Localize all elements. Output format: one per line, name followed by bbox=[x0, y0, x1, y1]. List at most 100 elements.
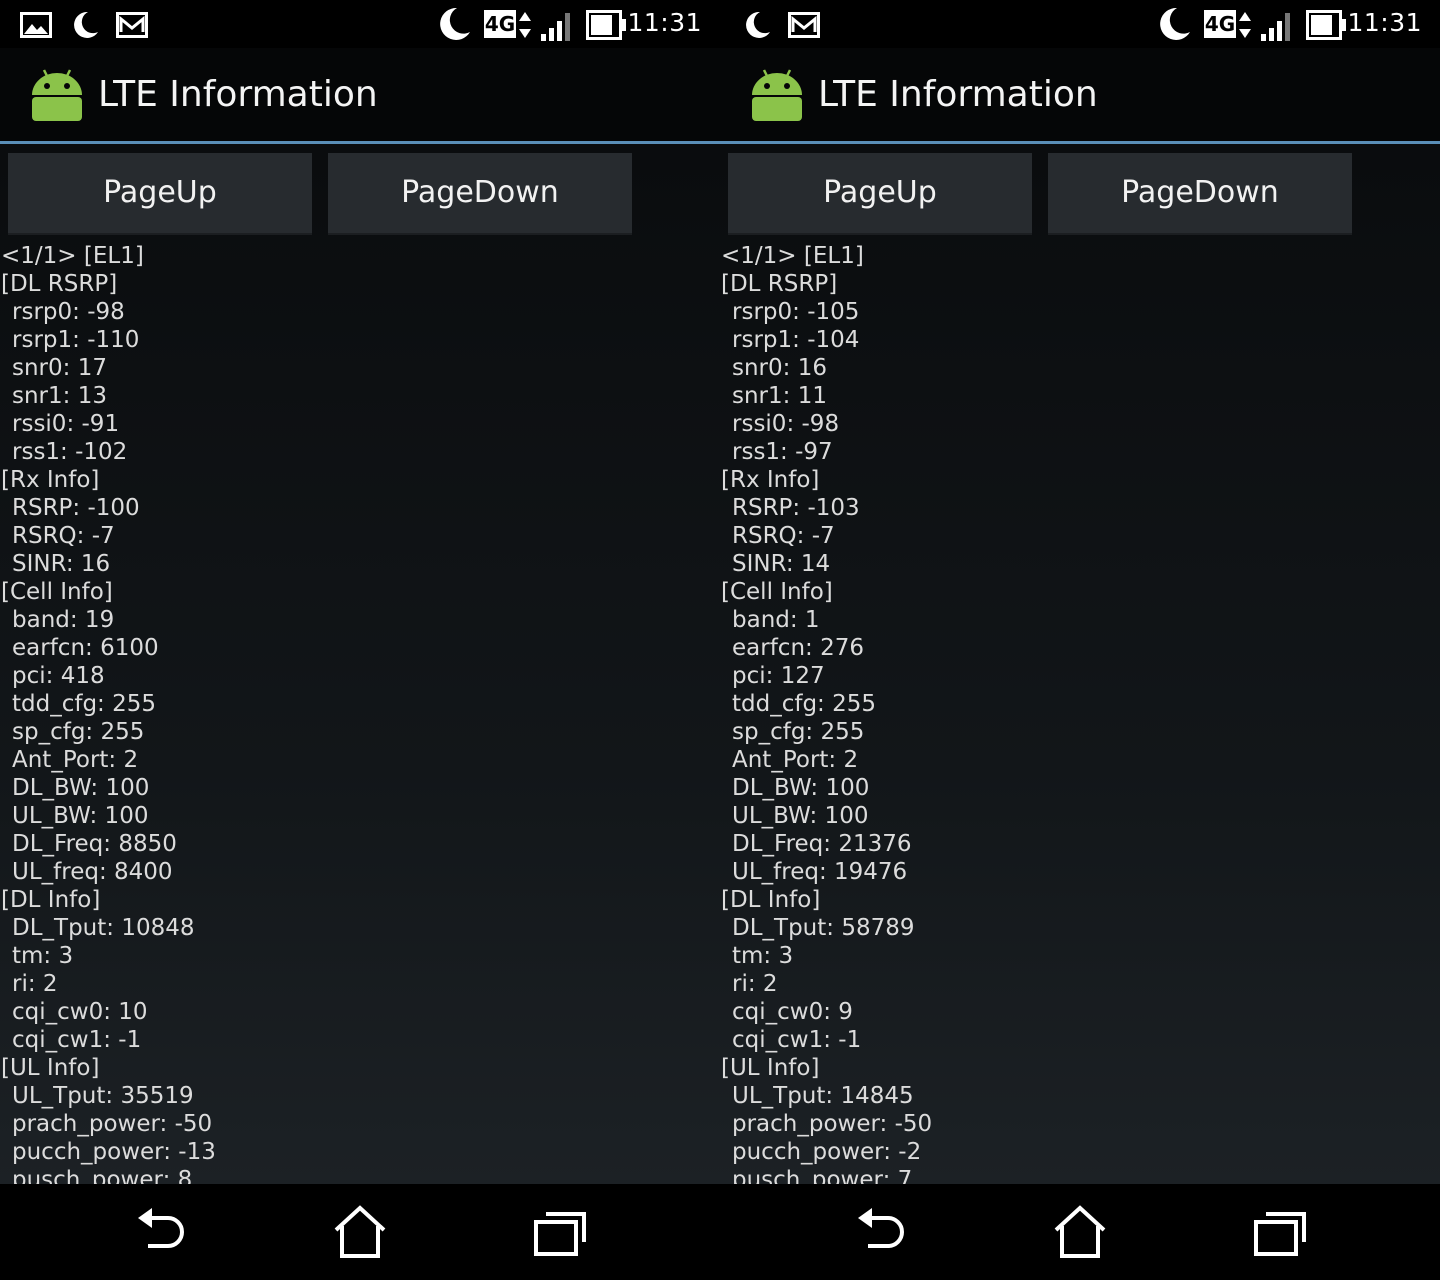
list-item: cqi_cw0: 9 bbox=[732, 999, 853, 1025]
content-area[interactable]: PageUp PageDown <1/1> [EL1] [DL RSRP] rs… bbox=[0, 144, 720, 1184]
list-item: rssi0: -98 bbox=[732, 411, 840, 437]
list-item: cqi_cw1: -1 bbox=[732, 1027, 862, 1053]
navigation-bar bbox=[0, 1184, 720, 1280]
section-header: [UL Info] bbox=[721, 1055, 820, 1081]
android-app-icon bbox=[32, 69, 82, 121]
moon-icon bbox=[746, 11, 770, 38]
section-header: [DL RSRP] bbox=[1, 271, 118, 297]
list-item: rss1: -97 bbox=[732, 439, 833, 465]
list-item: sp_cfg: 255 bbox=[732, 719, 865, 745]
screen-right: 4G 11:31 LTE Information PageUp PageDown… bbox=[720, 0, 1440, 1280]
recent-apps-icon[interactable] bbox=[530, 1204, 590, 1260]
list-item: pci: 127 bbox=[732, 663, 825, 689]
list-item: SINR: 16 bbox=[12, 551, 111, 577]
list-item: DL_Freq: 8850 bbox=[12, 831, 177, 857]
list-item: band: 19 bbox=[12, 607, 115, 633]
list-item: rss1: -102 bbox=[12, 439, 128, 465]
list-item: pucch_power: -2 bbox=[732, 1139, 922, 1165]
list-item: ri: 2 bbox=[732, 971, 778, 997]
list-item: RSRP: -100 bbox=[12, 495, 140, 521]
mail-icon bbox=[116, 12, 148, 38]
list-item: snr1: 11 bbox=[732, 383, 827, 409]
battery-icon bbox=[1306, 10, 1346, 40]
list-item: UL_freq: 19476 bbox=[732, 859, 908, 885]
lte-info-list: <1/1> [EL1] [DL RSRP] rsrp0: -98 rsrp1: … bbox=[0, 242, 216, 1184]
network-type-badge: 4G bbox=[484, 10, 516, 38]
list-item: earfcn: 6100 bbox=[12, 635, 159, 661]
content-area[interactable]: PageUp PageDown <1/1> [EL1] [DL RSRP] rs… bbox=[720, 144, 1440, 1184]
list-item: pusch_power: 8 bbox=[12, 1167, 193, 1184]
list-item: DL_Tput: 10848 bbox=[12, 915, 195, 941]
data-activity-icon bbox=[1239, 12, 1251, 38]
list-item: DL_Freq: 21376 bbox=[732, 831, 912, 857]
page-title: LTE Information bbox=[98, 74, 378, 115]
list-item: snr0: 17 bbox=[12, 355, 107, 381]
list-item: <1/1> [EL1] bbox=[1, 243, 144, 269]
list-item: RSRQ: -7 bbox=[732, 523, 835, 549]
list-item: prach_power: -50 bbox=[12, 1111, 213, 1137]
network-type-badge: 4G bbox=[1204, 10, 1236, 38]
screen-left: 4G 11:31 LTE Information PageUp PageDown… bbox=[0, 0, 720, 1280]
page-title: LTE Information bbox=[818, 74, 1098, 115]
clock: 11:31 bbox=[1347, 8, 1422, 37]
list-item: rsrp0: -98 bbox=[12, 299, 125, 325]
list-item: rsrp0: -105 bbox=[732, 299, 860, 325]
list-item: UL_Tput: 14845 bbox=[732, 1083, 914, 1109]
list-item: cqi_cw0: 10 bbox=[12, 999, 148, 1025]
list-item: snr1: 13 bbox=[12, 383, 107, 409]
list-item: UL_BW: 100 bbox=[732, 803, 869, 829]
gallery-icon bbox=[20, 12, 52, 38]
section-header: [Cell Info] bbox=[1, 579, 113, 605]
android-app-icon bbox=[752, 69, 802, 121]
home-icon[interactable] bbox=[330, 1204, 390, 1260]
data-activity-icon bbox=[519, 12, 531, 38]
list-item: UL_Tput: 35519 bbox=[12, 1083, 194, 1109]
home-icon[interactable] bbox=[1050, 1204, 1110, 1260]
page-down-button[interactable]: PageDown bbox=[1048, 153, 1352, 235]
back-icon[interactable] bbox=[130, 1204, 190, 1260]
section-header: [DL Info] bbox=[721, 887, 821, 913]
list-item: rssi0: -91 bbox=[12, 411, 120, 437]
section-header: [UL Info] bbox=[1, 1055, 100, 1081]
section-header: [DL Info] bbox=[1, 887, 101, 913]
moon-icon bbox=[74, 11, 98, 38]
back-icon[interactable] bbox=[850, 1204, 910, 1260]
list-item: pusch_power: 7 bbox=[732, 1167, 913, 1184]
status-bar: 4G 11:31 bbox=[720, 0, 1440, 48]
battery-icon bbox=[586, 10, 626, 40]
list-item: tdd_cfg: 255 bbox=[732, 691, 877, 717]
page-up-button[interactable]: PageUp bbox=[728, 153, 1032, 235]
list-item: RSRP: -103 bbox=[732, 495, 860, 521]
list-item: tm: 3 bbox=[732, 943, 794, 969]
mail-icon bbox=[788, 12, 820, 38]
section-header: [Cell Info] bbox=[721, 579, 833, 605]
list-item: DL_BW: 100 bbox=[12, 775, 150, 801]
list-item: sp_cfg: 255 bbox=[12, 719, 145, 745]
section-header: [Rx Info] bbox=[721, 467, 820, 493]
list-item: tdd_cfg: 255 bbox=[12, 691, 157, 717]
list-item: snr0: 16 bbox=[732, 355, 827, 381]
signal-strength-icon bbox=[541, 13, 570, 41]
signal-strength-icon bbox=[1261, 13, 1290, 41]
moon-icon bbox=[440, 7, 470, 40]
list-item: UL_BW: 100 bbox=[12, 803, 149, 829]
section-header: [Rx Info] bbox=[1, 467, 100, 493]
list-item: UL_freq: 8400 bbox=[12, 859, 173, 885]
list-item: rsrp1: -104 bbox=[732, 327, 860, 353]
page-down-button[interactable]: PageDown bbox=[328, 153, 632, 235]
action-bar: LTE Information bbox=[720, 48, 1440, 144]
list-item: Ant_Port: 2 bbox=[732, 747, 859, 773]
list-item: RSRQ: -7 bbox=[12, 523, 115, 549]
moon-icon bbox=[1160, 7, 1190, 40]
list-item: prach_power: -50 bbox=[732, 1111, 933, 1137]
navigation-bar bbox=[720, 1184, 1440, 1280]
list-item: rsrp1: -110 bbox=[12, 327, 140, 353]
list-item: cqi_cw1: -1 bbox=[12, 1027, 142, 1053]
page-up-button[interactable]: PageUp bbox=[8, 153, 312, 235]
clock: 11:31 bbox=[627, 8, 702, 37]
recent-apps-icon[interactable] bbox=[1250, 1204, 1310, 1260]
list-item: Ant_Port: 2 bbox=[12, 747, 139, 773]
list-item: DL_BW: 100 bbox=[732, 775, 870, 801]
list-item: tm: 3 bbox=[12, 943, 74, 969]
list-item: ri: 2 bbox=[12, 971, 58, 997]
